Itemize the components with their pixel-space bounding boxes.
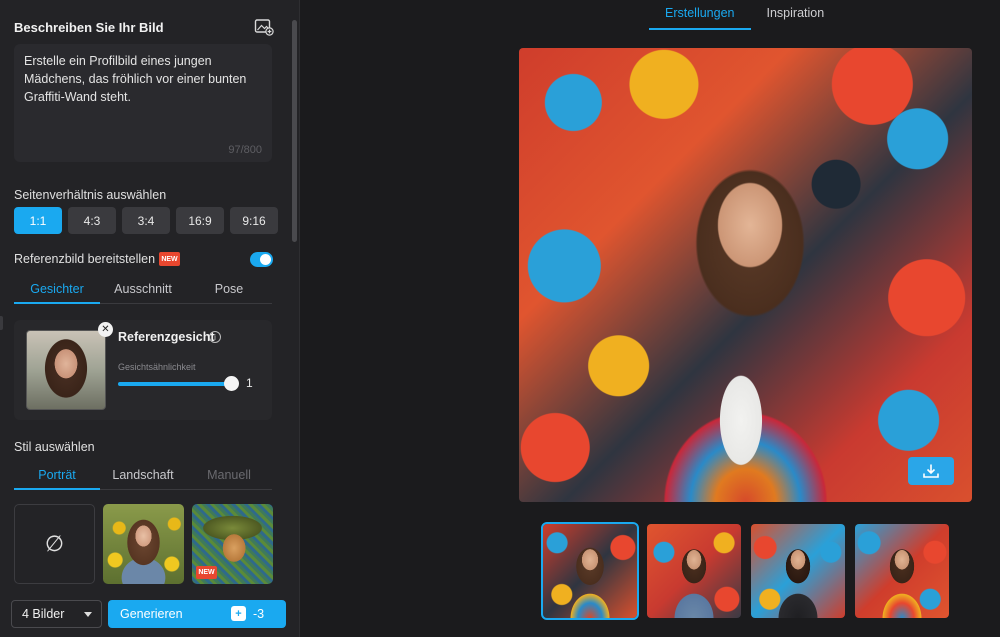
style-options: ∅ NEW — [14, 504, 273, 584]
ratio-4-3-button[interactable]: 4:3 — [68, 207, 116, 234]
generate-button[interactable]: Generieren + -3 — [108, 600, 286, 628]
prompt-textarea[interactable]: Erstelle ein Profilbild eines jungen Mäd… — [14, 44, 272, 162]
image-add-icon[interactable] — [254, 18, 274, 36]
similarity-slider-handle[interactable] — [224, 376, 239, 391]
style-portrait-tile[interactable] — [103, 504, 184, 584]
image-count-value: 4 Bilder — [22, 607, 65, 621]
settings-panel: Beschreiben Sie Ihr Bild Erstelle ein Pr… — [0, 0, 300, 637]
similarity-label: Gesichtsähnlichkeit — [118, 362, 196, 372]
info-icon[interactable]: i — [209, 331, 221, 343]
reference-face-image[interactable] — [26, 330, 106, 410]
style-tabs: Porträt Landschaft Manuell — [14, 464, 272, 490]
tab-portrait[interactable]: Porträt — [14, 464, 100, 490]
reference-face-card: ✕ Referenzgesicht i Gesichtsähnlichkeit … — [14, 320, 272, 420]
ratio-3-4-button[interactable]: 3:4 — [122, 207, 170, 234]
close-icon[interactable]: ✕ — [98, 322, 113, 337]
new-badge: NEW — [159, 252, 180, 266]
generated-image-preview[interactable] — [519, 48, 972, 502]
similarity-slider-track[interactable] — [118, 382, 238, 386]
tab-ausschnitt[interactable]: Ausschnitt — [100, 278, 186, 303]
prompt-title: Beschreiben Sie Ihr Bild — [14, 20, 164, 35]
tab-inspiration[interactable]: Inspiration — [751, 0, 841, 30]
image-count-select[interactable]: 4 Bilder — [11, 600, 102, 628]
result-thumbnail[interactable] — [855, 524, 949, 618]
prompt-text[interactable]: Erstelle ein Profilbild eines jungen Mäd… — [24, 52, 259, 106]
result-thumbnails — [541, 522, 949, 620]
generate-label: Generieren — [120, 607, 183, 621]
aspect-ratio-title: Seitenverhältnis auswählen — [14, 188, 167, 202]
reference-tabs: Gesichter Ausschnitt Pose — [14, 278, 272, 304]
tab-landschaft[interactable]: Landschaft — [100, 464, 186, 489]
aspect-ratio-options: 1:1 4:3 3:4 16:9 9:16 — [14, 207, 278, 234]
ratio-9-16-button[interactable]: 9:16 — [230, 207, 278, 234]
tab-manuell[interactable]: Manuell — [186, 464, 272, 489]
result-thumbnail[interactable] — [751, 524, 845, 618]
tab-erstellungen[interactable]: Erstellungen — [649, 0, 751, 30]
new-badge: NEW — [196, 566, 217, 579]
reference-face-title: Referenzgesicht — [118, 330, 215, 344]
credit-cost: -3 — [253, 607, 265, 621]
char-counter: 97/800 — [228, 144, 262, 156]
panel-scrollbar[interactable] — [292, 20, 297, 242]
download-icon — [923, 464, 939, 478]
tab-gesichter[interactable]: Gesichter — [14, 278, 100, 304]
similarity-value: 1 — [246, 376, 253, 390]
chevron-down-icon — [84, 612, 92, 617]
reference-toggle[interactable] — [250, 252, 273, 267]
credit-icon: + — [231, 606, 246, 621]
reference-title: Referenzbild bereitstellen — [14, 252, 156, 266]
download-button[interactable] — [908, 457, 954, 485]
result-thumbnail[interactable] — [647, 524, 741, 618]
result-thumbnail[interactable] — [541, 522, 639, 620]
panel-collapse-handle[interactable] — [0, 316, 3, 330]
style-title: Stil auswählen — [14, 440, 95, 454]
main-tabs: Erstellungen Inspiration — [649, 0, 840, 30]
ratio-1-1-button[interactable]: 1:1 — [14, 207, 62, 234]
no-style-icon: ∅ — [44, 531, 65, 556]
style-painting-tile[interactable]: NEW — [192, 504, 273, 584]
ratio-16-9-button[interactable]: 16:9 — [176, 207, 224, 234]
style-none-tile[interactable]: ∅ — [14, 504, 95, 584]
tab-pose[interactable]: Pose — [186, 278, 272, 303]
